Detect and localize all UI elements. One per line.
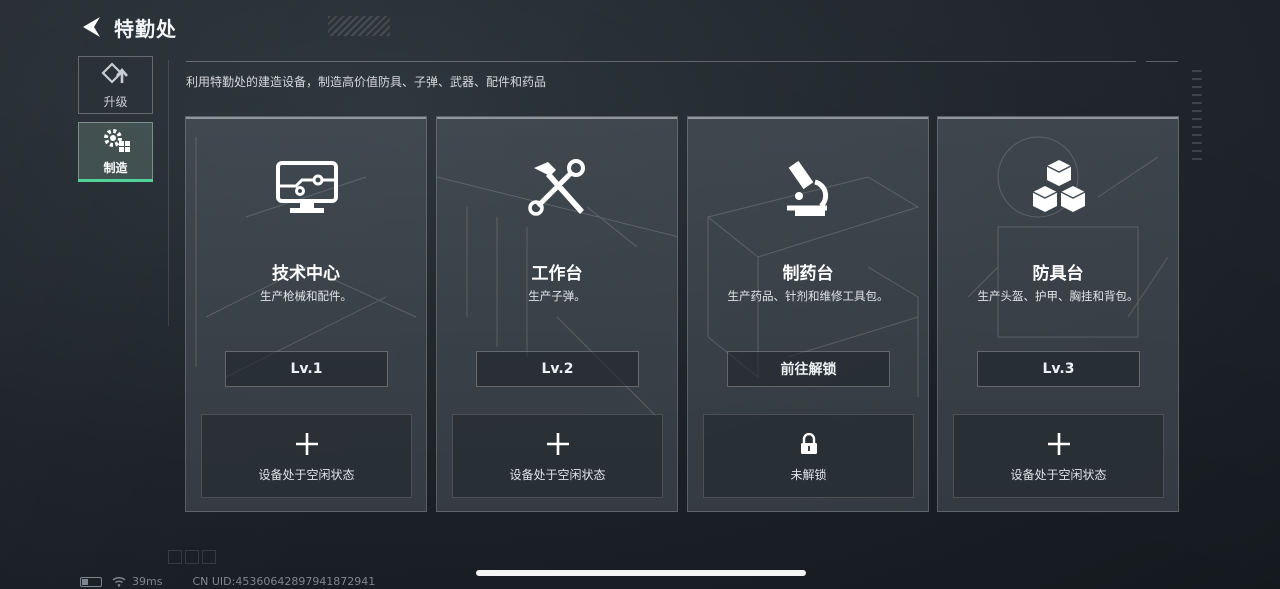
card-title: 防具台 xyxy=(1032,264,1084,284)
slot-status: 设备处于空闲状态 xyxy=(258,467,355,482)
slot-icon-wrap xyxy=(546,430,570,458)
plus-icon xyxy=(295,432,318,455)
corner-decoration xyxy=(168,550,216,564)
card-description: 生产子弹。 xyxy=(528,289,586,303)
card-description: 生产药品、针剂和维修工具包。 xyxy=(727,289,889,303)
level-button[interactable]: Lv.1 xyxy=(225,351,388,387)
card-icon-wrap xyxy=(774,155,844,221)
hammer-wrench-icon xyxy=(528,159,585,216)
home-indicator[interactable] xyxy=(476,570,806,576)
production-slot-locked: 未解锁 xyxy=(703,414,914,498)
user-uid: CN UID:453606428979418729​41 xyxy=(192,575,376,588)
unlock-button[interactable]: 前往解锁 xyxy=(727,351,890,387)
level-button[interactable]: Lv.2 xyxy=(476,351,639,387)
status-bar: 39ms CN UID:453606428979418729​41 xyxy=(80,575,375,588)
gears-icon xyxy=(103,128,130,152)
card-title: 技术中心 xyxy=(272,264,340,284)
facility-card-pharmacy[interactable]: 制药台 生产药品、针剂和维修工具包。 前往解锁 未解锁 xyxy=(687,116,929,512)
header-divider xyxy=(186,61,1136,62)
plus-icon xyxy=(1047,432,1070,455)
production-slot[interactable]: 设备处于空闲状态 xyxy=(953,414,1164,498)
card-icon-wrap xyxy=(1024,155,1094,221)
slot-status: 未解锁 xyxy=(790,467,827,482)
title-decoration xyxy=(328,16,390,36)
header-divider-end xyxy=(1146,61,1178,62)
page-title: 特勤处 xyxy=(114,16,177,41)
slot-status: 设备处于空闲状态 xyxy=(1010,467,1107,482)
facility-card-armor[interactable]: 防具台 生产头盔、护甲、胸挂和背包。 Lv.3 设备处于空闲状态 xyxy=(937,116,1179,512)
sidebar-tab-craft[interactable]: 制造 xyxy=(78,122,153,180)
lock-icon xyxy=(800,432,817,454)
production-slot[interactable]: 设备处于空闲状态 xyxy=(201,414,412,498)
monitor-circuit-icon xyxy=(276,161,338,213)
sidebar-tab-label: 升级 xyxy=(103,94,128,109)
slot-icon-wrap xyxy=(800,430,818,458)
card-description: 生产枪械和配件。 xyxy=(260,289,352,303)
battery-icon xyxy=(80,576,102,587)
plus-icon xyxy=(546,432,569,455)
card-title: 工作台 xyxy=(531,264,583,284)
sidebar-tab-upgrade[interactable]: 升级 xyxy=(78,56,153,114)
level-button[interactable]: Lv.3 xyxy=(977,351,1140,387)
card-icon-wrap xyxy=(523,155,593,221)
active-tab-indicator xyxy=(78,179,153,182)
cubes-icon xyxy=(1032,160,1086,212)
header: 特勤处 xyxy=(78,12,390,42)
back-arrow-icon xyxy=(83,17,100,37)
facility-card-workbench[interactable]: 工作台 生产子弹。 Lv.2 设备处于空闲状态 xyxy=(436,116,678,512)
slot-icon-wrap xyxy=(295,430,319,458)
ping-readout: 39ms xyxy=(132,575,163,588)
card-description: 生产头盔、护甲、胸挂和背包。 xyxy=(977,289,1139,303)
microscope-icon xyxy=(787,160,829,216)
facility-card-tech-center[interactable]: 技术中心 生产枪械和配件。 Lv.1 设备处于空闲状态 xyxy=(185,116,427,512)
sidebar-tab-label: 制造 xyxy=(103,160,128,175)
production-slot[interactable]: 设备处于空闲状态 xyxy=(452,414,663,498)
back-button[interactable] xyxy=(78,13,104,41)
sidebar-divider xyxy=(168,60,169,326)
page-description: 利用特勤处的建造设备，制造高价值防具、子弹、武器、配件和药品 xyxy=(186,75,547,89)
side-decoration xyxy=(1192,70,1202,160)
wifi-icon xyxy=(112,576,126,587)
card-icon-wrap xyxy=(272,155,342,221)
card-title: 制药台 xyxy=(782,264,834,284)
upgrade-icon xyxy=(100,61,128,84)
slot-status: 设备处于空闲状态 xyxy=(509,467,606,482)
slot-icon-wrap xyxy=(1047,430,1071,458)
